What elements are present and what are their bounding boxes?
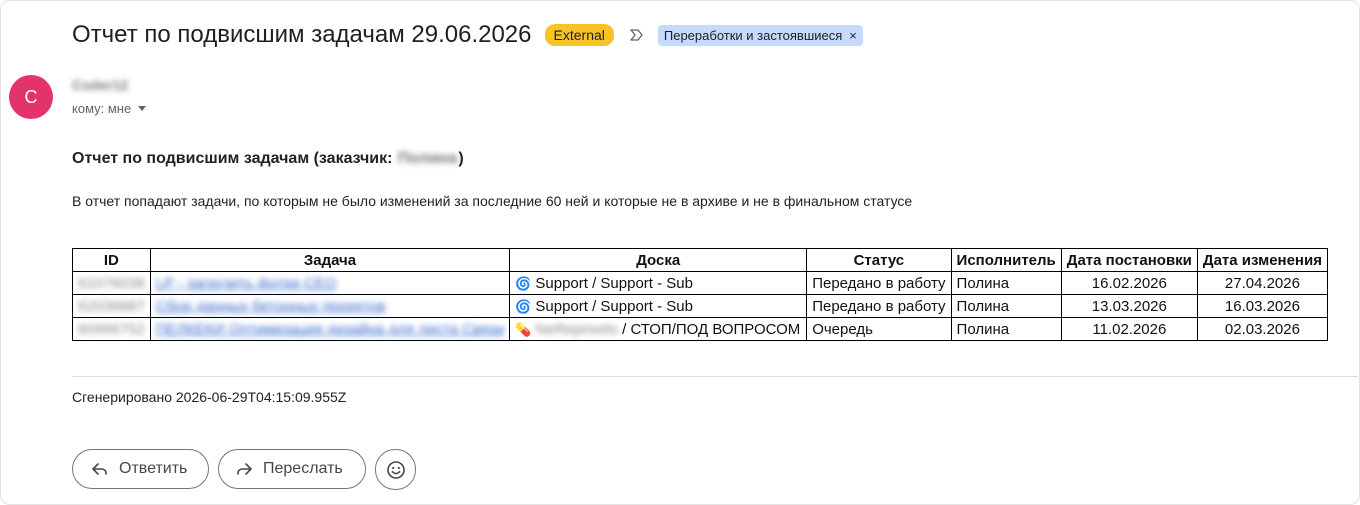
col-created: Дата постановки (1060, 248, 1198, 272)
chevron-down-icon[interactable] (138, 106, 147, 111)
divider (72, 376, 1358, 377)
changed-date: 27.04.2026 (1196, 271, 1328, 295)
forward-icon (237, 463, 252, 475)
heading-suffix: ) (458, 150, 464, 167)
col-task: Задача (149, 248, 511, 272)
board-name: Support / Support - Sub (535, 274, 693, 292)
forward-button[interactable]: Переслать (218, 449, 366, 489)
report-heading: Отчет по подвисшим задачам (заказчик: По… (72, 150, 464, 168)
changed-date: 02.03.2026 (1196, 317, 1328, 341)
col-id: ID (72, 248, 151, 272)
col-assignee: Исполнитель (950, 248, 1062, 272)
board-pill-icon: 💊 (515, 321, 532, 337)
table-row: 61076038 LP - загрузить фотки СЕО 🌀 Suppo… (72, 271, 1328, 295)
board-name: Support / Support - Sub (535, 297, 693, 315)
board-prefix: NeReprivelo (535, 320, 618, 338)
task-link[interactable]: LP - загрузить фотки СЕО (156, 275, 337, 292)
label-remove-icon[interactable]: × (849, 28, 857, 43)
recipient-text: кому: мне (72, 101, 132, 116)
status-cell: Очередь (806, 317, 952, 341)
created-date: 13.03.2026 (1060, 294, 1198, 318)
heading-prefix: Отчет по подвисшим задачам (заказчик: (72, 150, 393, 167)
task-id: 61076038 (72, 271, 151, 295)
smiley-icon (386, 460, 405, 479)
reply-icon (92, 463, 107, 475)
task-cell: Сбор данных бетонных проектов (149, 294, 511, 318)
board-swirl-icon: 🌀 (515, 275, 532, 291)
email-subject: Отчет по подвисшим задачам 29.06.2026 (72, 21, 532, 48)
reply-label: Ответить (119, 460, 188, 477)
board-swirl-icon: 🌀 (515, 298, 532, 314)
col-board: Доска (509, 248, 808, 272)
status-cell: Передано в работу (806, 294, 952, 318)
task-link[interactable]: Сбор данных бетонных проектов (156, 298, 386, 315)
col-status: Статус (806, 248, 952, 272)
task-cell: ПЕЛКЕКИ Оптимизация дизайна для листа Св… (149, 317, 511, 341)
board-name: / СТОП/ПОД ВОПРОСОМ (622, 320, 801, 338)
table-row: 60966752 ПЕЛКЕКИ Оптимизация дизайна для… (72, 317, 1328, 341)
task-id: 60966752 (72, 317, 151, 341)
recipient-details[interactable]: кому: мне (72, 101, 147, 116)
task-cell: LP - загрузить фотки СЕО (149, 271, 511, 295)
reply-button[interactable]: Ответить (72, 449, 209, 489)
assignee-cell: Полина (950, 271, 1062, 295)
col-changed: Дата изменения (1196, 248, 1328, 272)
sender-avatar[interactable]: C (9, 75, 53, 119)
subject-row: Отчет по подвисшим задачам 29.06.2026 Ex… (72, 18, 863, 52)
status-cell: Передано в работу (806, 271, 952, 295)
table-header-row: ID Задача Доска Статус Исполнитель Дата … (72, 248, 1328, 272)
label-chip-text: Переработки и застоявшиеся (663, 27, 843, 43)
task-id: 62036887 (72, 294, 151, 318)
external-badge: External (544, 24, 614, 46)
label-chip[interactable]: Переработки и застоявшиеся × (657, 24, 863, 46)
changed-date: 16.03.2026 (1196, 294, 1328, 318)
sender-name[interactable]: Coder12 (72, 77, 128, 93)
heading-customer: Полина (397, 150, 458, 167)
created-date: 11.02.2026 (1060, 317, 1198, 341)
forward-label: Переслать (263, 460, 343, 477)
board-cell: 🌀 Support / Support - Sub (509, 271, 808, 295)
created-date: 16.02.2026 (1060, 271, 1198, 295)
board-cell: 🌀 Support / Support - Sub (509, 294, 808, 318)
report-description: В отчет попадают задачи, по которым не б… (72, 193, 913, 209)
assignee-cell: Полина (950, 294, 1062, 318)
task-link[interactable]: ПЕЛКЕКИ Оптимизация дизайна для листа Св… (156, 321, 504, 338)
importance-marker-icon[interactable] (628, 27, 644, 43)
table-row: 62036887 Сбор данных бетонных проектов 🌀… (72, 294, 1328, 318)
board-cell: 💊 NeReprivelo / СТОП/ПОД ВОПРОСОМ (509, 317, 808, 341)
emoji-reaction-button[interactable] (375, 449, 416, 490)
report-table: ID Задача Доска Статус Исполнитель Дата … (72, 248, 1328, 341)
assignee-cell: Полина (950, 317, 1062, 341)
generated-timestamp: Сгенерировано 2026-06-29T04:15:09.955Z (72, 389, 347, 405)
